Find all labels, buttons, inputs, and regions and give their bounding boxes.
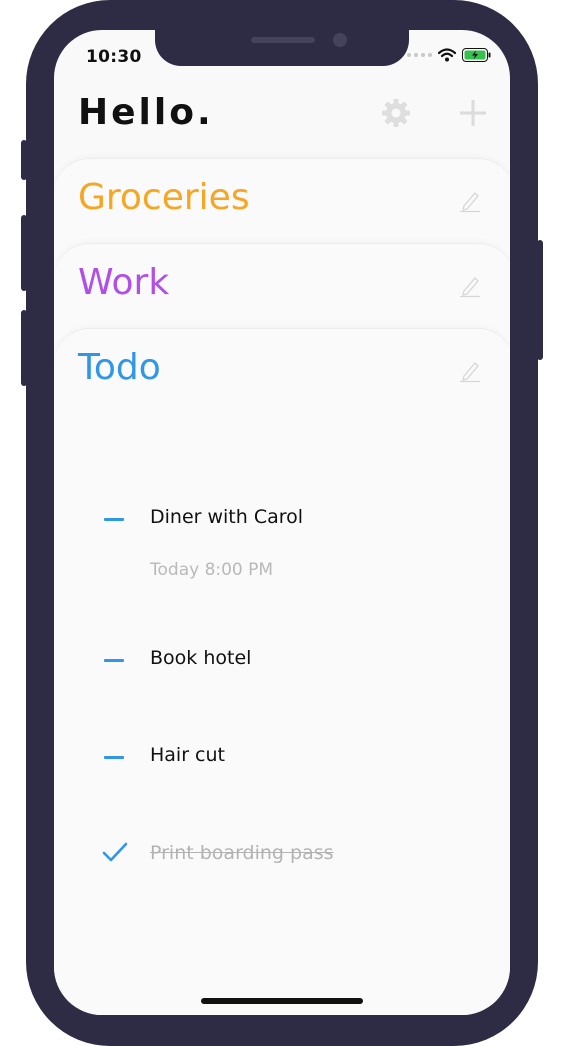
dash-icon[interactable]: [104, 518, 124, 521]
volume-down-button: [21, 310, 27, 386]
list-card-todo[interactable]: Todo Diner with Carol Today 8:00 PM Book…: [54, 328, 510, 1015]
item-text: Diner with Carol: [150, 506, 304, 528]
pencil-icon[interactable]: [458, 274, 482, 298]
screen: 10:30 Hello. Groceries Work Todo Diner w…: [54, 30, 510, 1015]
status-icons: [407, 48, 492, 62]
home-indicator[interactable]: [201, 998, 363, 1004]
power-button: [537, 240, 543, 360]
notch: [155, 30, 409, 66]
pencil-icon[interactable]: [458, 189, 482, 213]
item-text: Book hotel: [150, 647, 252, 669]
wifi-icon: [438, 48, 456, 62]
checkmark-icon[interactable]: [102, 842, 128, 864]
volume-up-button: [21, 215, 27, 291]
signal-icon: [407, 53, 432, 57]
item-text: Print boarding pass: [150, 842, 334, 864]
pencil-icon[interactable]: [458, 359, 482, 383]
list-title: Todo: [78, 347, 161, 388]
mute-switch: [21, 140, 27, 180]
dash-icon[interactable]: [104, 756, 124, 759]
battery-charging-icon: [462, 48, 491, 62]
item-text: Hair cut: [150, 744, 225, 766]
speaker: [251, 37, 315, 43]
plus-icon[interactable]: [458, 98, 488, 128]
list-title: Groceries: [78, 177, 250, 218]
gear-icon[interactable]: [381, 98, 411, 128]
list-title: Work: [78, 262, 170, 303]
dash-icon[interactable]: [104, 659, 124, 662]
item-reminder: Today 8:00 PM: [150, 560, 274, 580]
status-time: 10:30: [86, 47, 142, 67]
front-camera: [333, 33, 347, 47]
page-title: Hello.: [78, 92, 214, 133]
